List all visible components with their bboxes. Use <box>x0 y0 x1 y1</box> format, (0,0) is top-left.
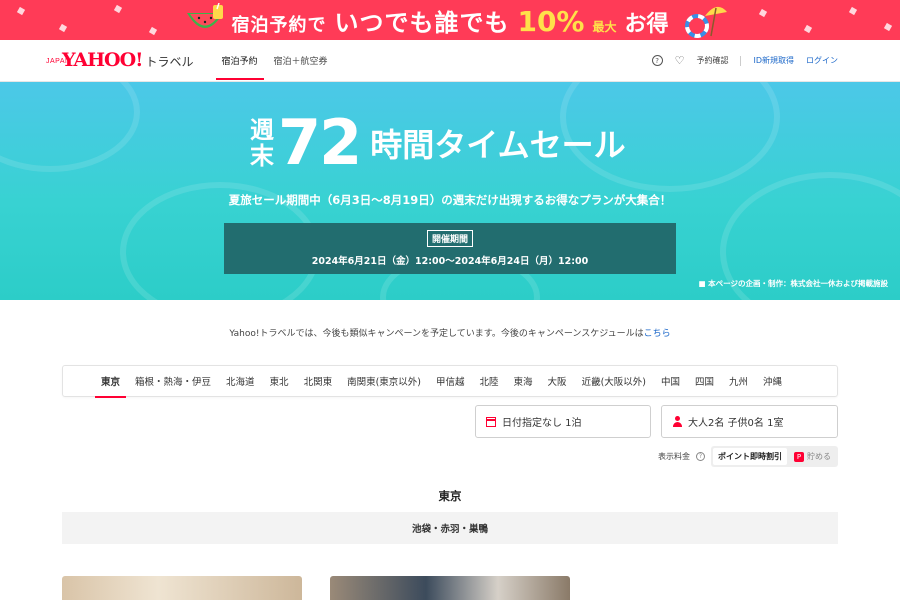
region-tab-shikoku[interactable]: 四国 <box>695 374 714 388</box>
region-tab-tokyo[interactable]: 東京 <box>94 374 127 398</box>
sub-area-header[interactable]: 池袋・赤羽・巣鴨 <box>62 512 838 544</box>
region-tab-hokuriku[interactable]: 北陸 <box>480 374 499 388</box>
watermelon-drink-icon <box>187 3 223 28</box>
period-badge: 開催期間 <box>426 230 473 247</box>
hero-weekend-bottom: 末 <box>250 142 274 170</box>
region-tab-hokkaido[interactable]: 北海道 <box>226 374 255 388</box>
region-tab-hakone[interactable]: 箱根・熱海・伊豆 <box>135 374 211 388</box>
promo-part4: お得 <box>624 11 669 37</box>
price-display-row: 表示料金 ? ポイント即時割引 P 貯める <box>658 446 838 467</box>
region-tabs: 東京 箱根・熱海・伊豆 北海道 東北 北関東 南関東(東京以外) 甲信越 北陸 … <box>62 365 838 398</box>
yahoo-travel-logo[interactable]: YAHOO! JAPAN トラベル <box>46 49 194 71</box>
region-tab-kitakanto[interactable]: 北関東 <box>304 374 333 388</box>
hero-credit-note: ■ 本ページの企画・制作：株式会社一休および掲載施設 <box>698 279 888 288</box>
promo-percent: 10% <box>517 4 585 38</box>
reservation-check-link[interactable]: 予約確認 <box>696 55 728 66</box>
promo-part1: 宿泊予約で <box>231 14 327 36</box>
promo-text: 宿泊予約で いつでも誰でも 10% 最大 お得 <box>231 3 668 38</box>
region-tab-okinawa[interactable]: 沖縄 <box>763 374 782 388</box>
logo-japan: JAPAN <box>46 58 71 65</box>
header-divider <box>740 55 742 66</box>
site-header: YAHOO! JAPAN トラベル 宿泊予約 宿泊＋航空券 ? ♡ 予約確認 I… <box>0 40 900 82</box>
region-tab-tohoku[interactable]: 東北 <box>270 374 289 388</box>
region-tab-kinki[interactable]: 近畿(大阪以外) <box>582 374 646 388</box>
signup-link[interactable]: ID新規取得 <box>753 55 794 66</box>
price-display-toggle: ポイント即時割引 P 貯める <box>711 446 838 467</box>
person-icon <box>672 416 682 427</box>
instant-discount-option[interactable]: ポイント即時割引 <box>713 448 787 465</box>
save-points-option[interactable]: P 貯める <box>789 448 836 465</box>
logo-yahoo: YAHOO! <box>62 49 143 71</box>
login-link[interactable]: ログイン <box>806 55 838 66</box>
hero-title-rest: 時間タイムセール <box>370 126 626 164</box>
calendar-icon <box>486 416 496 427</box>
date-selector[interactable]: 日付指定なし 1泊 <box>475 405 651 438</box>
nav-hotel-flight[interactable]: 宿泊＋航空券 <box>266 40 336 82</box>
hero-title: 週 末 72 時間タイムセール <box>250 112 626 174</box>
hero-banner: 週 末 72 時間タイムセール 夏旅セール期間中（6月3日〜8月19日）の週末だ… <box>0 82 900 300</box>
period-dates: 2024年6月21日（金）12:00〜2024年6月24日（月）12:00 <box>311 256 589 267</box>
area-title: 東京 <box>438 489 462 503</box>
region-tab-minamikanto[interactable]: 南関東(東京以外) <box>347 374 421 388</box>
region-tab-tokai[interactable]: 東海 <box>514 374 533 388</box>
hero-hours: 72 <box>278 106 362 179</box>
hotel-card-image[interactable] <box>330 576 570 600</box>
beach-umbrella-icon <box>685 6 727 38</box>
region-tab-chugoku[interactable]: 中国 <box>661 374 680 388</box>
main-nav: 宿泊予約 宿泊＋航空券 <box>214 40 336 82</box>
region-tab-koshinetsu[interactable]: 甲信越 <box>436 374 465 388</box>
header-right: ? ♡ 予約確認 ID新規取得 ログイン <box>651 54 838 67</box>
price-display-label: 表示料金 <box>658 452 690 461</box>
top-promo-banner[interactable]: 宿泊予約で いつでも誰でも 10% 最大 お得 <box>0 0 900 40</box>
guests-selector[interactable]: 大人2名 子供0名 1室 <box>661 405 838 438</box>
hero-subtitle: 夏旅セール期間中（6月3日〜8月19日）の週末だけ出現するお得なプランが大集合！ <box>228 193 672 207</box>
hero-weekend-top: 週 <box>250 116 274 144</box>
schedule-link[interactable]: こちら <box>644 329 671 339</box>
hero-weekend: 週 末 <box>250 117 274 169</box>
paypay-point-icon: P <box>794 451 804 462</box>
heart-icon[interactable]: ♡ <box>675 54 685 67</box>
promo-part2: いつでも誰でも <box>334 8 510 37</box>
region-tab-osaka[interactable]: 大阪 <box>548 374 567 388</box>
hero-period-box: 開催期間 2024年6月21日（金）12:00〜2024年6月24日（月）12:… <box>224 223 676 274</box>
date-selector-label: 日付指定なし 1泊 <box>502 418 582 429</box>
save-points-label: 貯める <box>807 452 831 461</box>
question-circle-icon[interactable]: ? <box>696 452 705 461</box>
hotel-card-image[interactable] <box>62 576 302 600</box>
guests-selector-label: 大人2名 子供0名 1室 <box>688 418 784 429</box>
nav-hotel-booking[interactable]: 宿泊予約 <box>214 40 266 82</box>
question-circle-icon[interactable]: ? <box>651 55 663 66</box>
campaign-notice: Yahoo!トラベルでは、今後も類似キャンペーンを予定しています。今後のキャンペ… <box>0 326 900 339</box>
region-tab-kyushu[interactable]: 九州 <box>729 374 748 388</box>
notice-text: Yahoo!トラベルでは、今後も類似キャンペーンを予定しています。今後のキャンペ… <box>229 329 644 339</box>
promo-max: 最大 <box>592 19 617 34</box>
logo-travel: トラベル <box>145 55 194 69</box>
